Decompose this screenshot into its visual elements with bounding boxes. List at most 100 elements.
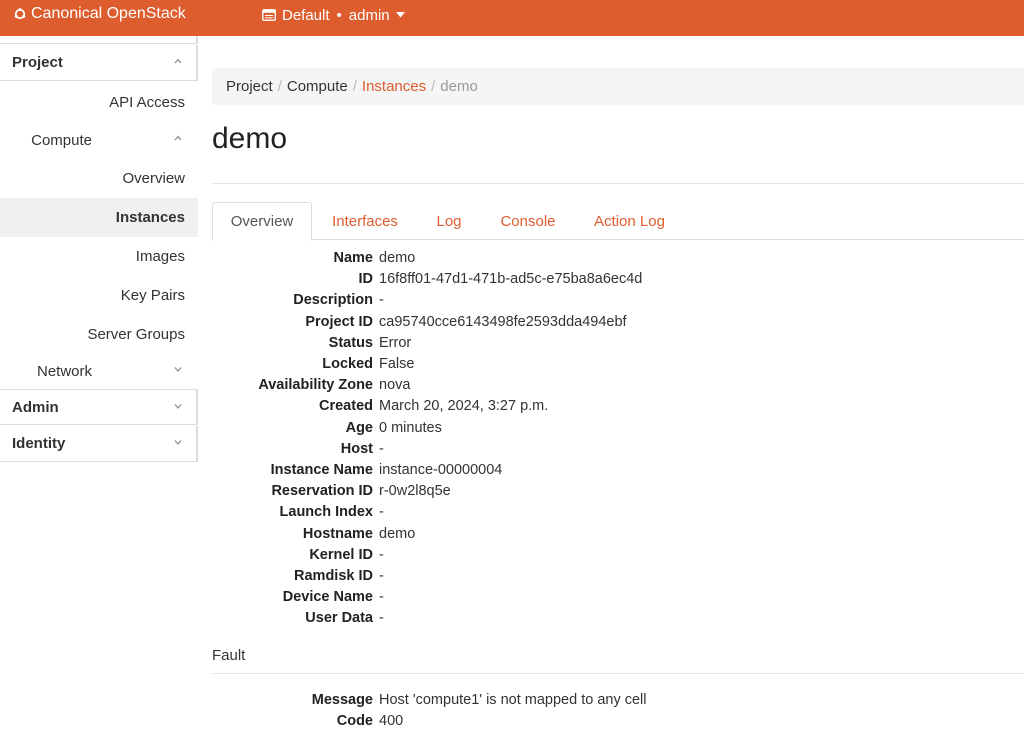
sidebar-group-label: Compute: [31, 131, 92, 149]
detail-row-project-id: Project ID ca95740cce6143498fe2593dda494…: [212, 313, 1024, 334]
sidebar-item-label: Images: [135, 247, 185, 265]
breadcrumb-separator: /: [277, 78, 282, 95]
detail-row-user-data: User Data -: [212, 609, 1024, 630]
detail-row-kernel-id: Kernel ID -: [212, 546, 1024, 567]
detail-value: nova: [379, 377, 411, 393]
sidebar-item-images[interactable]: Images: [0, 238, 198, 274]
sidebar-section-project[interactable]: Project: [0, 45, 198, 81]
detail-value: False: [379, 356, 415, 372]
detail-value: 16f8ff01-47d1-471b-ad5c-e75ba8a6ec4d: [379, 271, 643, 287]
detail-value: -: [379, 441, 384, 457]
detail-label: Age: [345, 420, 373, 436]
sidebar-item-label: Instances: [115, 209, 185, 226]
detail-row-availability-zone: Availability Zone nova: [212, 376, 1024, 397]
sidebar-item-label: API Access: [109, 93, 185, 111]
chevron-up-icon: [174, 135, 182, 141]
detail-row-created: Created March 20, 2024, 3:27 p.m.: [212, 397, 1024, 418]
instance-tabs: Overview Interfaces Log Console Action L…: [212, 202, 1024, 241]
fault-row-message: Message Host 'compute1' is not mapped to…: [212, 691, 1024, 712]
tab-console[interactable]: Console: [488, 202, 568, 240]
detail-value: March 20, 2024, 3:27 p.m.: [379, 398, 549, 414]
sidebar: Project API Access Compute Overview Inst…: [0, 36, 198, 735]
detail-value: 400: [379, 713, 404, 729]
sidebar-item-api-access[interactable]: API Access: [0, 84, 198, 120]
detail-value: Host 'compute1' is not mapped to any cel…: [379, 692, 647, 708]
detail-label: Launch Index: [279, 504, 373, 520]
detail-label: Status: [328, 335, 373, 351]
detail-label: Description: [293, 292, 373, 308]
detail-label: Code: [336, 713, 373, 729]
project-selector-dropdown[interactable]: Default • admin: [262, 6, 405, 24]
tab-log[interactable]: Log: [420, 202, 478, 240]
detail-row-id: ID 16f8ff01-47d1-471b-ad5c-e75ba8a6ec4d: [212, 270, 1024, 291]
detail-label: Instance Name: [270, 462, 373, 478]
top-navbar: Canonical OpenStack Default • admin: [0, 0, 1024, 36]
sidebar-group-compute[interactable]: Compute: [0, 122, 198, 158]
detail-value: -: [379, 504, 384, 520]
detail-value: instance-00000004: [379, 462, 503, 478]
detail-value: 0 minutes: [379, 420, 442, 436]
sidebar-top-divider: [0, 36, 198, 44]
detail-label: ID: [358, 271, 374, 287]
sidebar-item-server-groups[interactable]: Server Groups: [0, 316, 198, 352]
detail-row-host: Host -: [212, 440, 1024, 461]
fault-divider: [212, 673, 1024, 674]
detail-label: Project ID: [305, 314, 373, 330]
detail-label: Host: [340, 441, 373, 457]
detail-value: -: [379, 292, 384, 308]
detail-row-age: Age 0 minutes: [212, 419, 1024, 440]
project-domain: Default: [282, 6, 330, 24]
sidebar-section-label: Admin: [12, 398, 59, 416]
detail-row-instance-name: Instance Name instance-00000004: [212, 461, 1024, 482]
detail-value: -: [379, 547, 384, 563]
tab-overview[interactable]: Overview: [212, 202, 312, 241]
sidebar-item-instances[interactable]: Instances: [0, 198, 198, 237]
detail-label: Created: [319, 398, 373, 414]
sidebar-item-label: Server Groups: [87, 325, 185, 343]
caret-down-icon: [395, 12, 405, 18]
detail-value: -: [379, 610, 384, 626]
sidebar-group-label: Network: [36, 362, 92, 380]
detail-row-device-name: Device Name -: [212, 588, 1024, 609]
sidebar-item-label: Overview: [122, 169, 185, 187]
fault-row-code: Code 400: [212, 712, 1024, 733]
sidebar-section-admin[interactable]: Admin: [0, 389, 198, 425]
title-divider: [212, 183, 1024, 184]
sidebar-group-network[interactable]: Network: [0, 353, 198, 389]
detail-value: -: [379, 568, 384, 584]
sidebar-section-label: Project: [12, 54, 63, 71]
chevron-down-icon: [174, 367, 182, 372]
breadcrumb-separator: /: [431, 78, 436, 95]
detail-row-locked: Locked False: [212, 355, 1024, 376]
project-icon: [262, 9, 276, 21]
tab-interfaces[interactable]: Interfaces: [316, 202, 414, 240]
openstack-logo-icon: [14, 8, 26, 20]
sidebar-item-label: Key Pairs: [120, 286, 185, 304]
brand-logo-link[interactable]: Canonical OpenStack: [14, 5, 186, 23]
tab-action-log[interactable]: Action Log: [582, 202, 677, 240]
brand-name: Canonical OpenStack: [31, 5, 186, 22]
breadcrumb-project: Project: [226, 78, 273, 95]
detail-value: demo: [379, 526, 416, 542]
breadcrumb: Project / Compute / Instances / demo: [212, 68, 1024, 105]
detail-label: Availability Zone: [258, 377, 373, 393]
chevron-up-icon: [174, 58, 182, 64]
detail-label: Message: [311, 692, 373, 708]
detail-label: Device Name: [282, 589, 373, 605]
detail-value: -: [379, 589, 384, 605]
breadcrumb-compute: Compute: [286, 78, 348, 95]
detail-row-status: Status Error: [212, 334, 1024, 355]
project-user: admin: [348, 6, 390, 24]
sidebar-item-key-pairs[interactable]: Key Pairs: [0, 277, 198, 313]
detail-row-name: Name demo: [212, 249, 1024, 270]
sidebar-section-label: Identity: [12, 435, 66, 452]
detail-row-hostname: Hostname demo: [212, 525, 1024, 546]
detail-label: Ramdisk ID: [294, 568, 373, 584]
page-title: demo: [212, 122, 288, 155]
breadcrumb-instances-link[interactable]: Instances: [362, 78, 426, 95]
breadcrumb-current: demo: [440, 78, 478, 95]
detail-label: Name: [333, 250, 374, 266]
detail-value: Error: [379, 335, 412, 351]
sidebar-item-overview[interactable]: Overview: [0, 160, 198, 196]
sidebar-section-identity[interactable]: Identity: [0, 426, 198, 462]
